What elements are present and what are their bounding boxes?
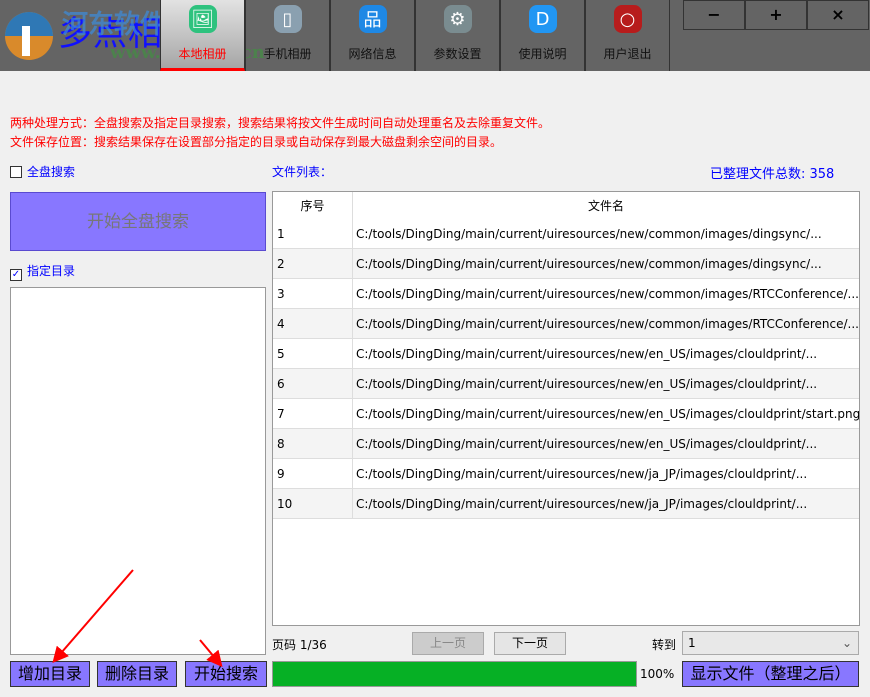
file-table[interactable]: 序号 文件名 1 C:/tools/DingDing/main/current/ui… — [272, 191, 860, 626]
power-icon: ○ — [613, 5, 642, 33]
cell-index: 8 — [273, 429, 353, 458]
table-row[interactable]: 1 C:/tools/DingDing/main/current/uiresour… — [273, 219, 859, 249]
full-search-label: 全盘搜索 — [27, 165, 76, 179]
table-row[interactable]: 10 C:/tools/DingDing/main/current/uiresou… — [273, 489, 859, 519]
tab-phone[interactable]: ▯ 手机相册 — [245, 0, 330, 71]
table-row[interactable]: 8 C:/tools/DingDing/main/current/uiresour… — [273, 429, 859, 459]
close-button[interactable]: × — [807, 0, 869, 30]
app-logo — [5, 12, 53, 60]
goto-value: 1 — [688, 636, 696, 650]
checkbox-checked[interactable]: ✓ — [10, 269, 22, 281]
arrow-icon — [52, 569, 134, 664]
cell-filename: C:/tools/DingDing/main/current/uiresourc… — [356, 286, 859, 301]
cell-index: 9 — [273, 459, 353, 488]
tab-label: 网络信息 — [348, 47, 397, 61]
checkbox-box[interactable] — [10, 166, 22, 178]
cell-filename: C:/tools/DingDing/main/current/uiresourc… — [356, 406, 859, 421]
gear-icon: ⚙ — [443, 5, 472, 33]
cell-index: 6 — [273, 369, 353, 398]
cell-filename: C:/tools/DingDing/main/current/uiresourc… — [356, 436, 818, 451]
tab-image[interactable]: 🖼 本地相册 — [160, 0, 245, 71]
tab-info-d[interactable]: D 使用说明 — [500, 0, 585, 71]
tab-network[interactable]: 品网络信息 — [330, 0, 415, 71]
info-d-icon: D — [528, 5, 557, 33]
image-icon: 🖼 — [188, 5, 217, 33]
table-row[interactable]: 3 C:/tools/DingDing/main/current/uiresour… — [273, 279, 859, 309]
tab-label: 参数设置 — [433, 47, 482, 61]
specified-dir-checkbox[interactable]: ✓ 指定目录 — [10, 262, 75, 281]
minimize-button[interactable]: − — [683, 0, 745, 30]
cell-index: 5 — [273, 339, 353, 368]
show-files-button[interactable]: 显示文件（整理之后） — [682, 661, 859, 687]
file-list-label: 文件列表： — [272, 165, 333, 179]
table-row[interactable]: 7 C:/tools/DingDing/main/current/uiresour… — [273, 399, 859, 429]
cell-index: 2 — [273, 249, 353, 278]
table-header: 序号 文件名 — [273, 192, 859, 219]
specified-dir-label: 指定目录 — [27, 264, 76, 278]
next-page-button[interactable]: 下一页 — [494, 632, 566, 655]
cell-filename: C:/tools/DingDing/main/current/uiresourc… — [356, 346, 818, 361]
header-filename: 文件名 — [587, 199, 624, 213]
arrow-icon — [199, 639, 223, 668]
cell-filename: C:/tools/DingDing/main/current/uiresourc… — [356, 376, 818, 391]
cell-index: 3 — [273, 279, 353, 308]
full-search-checkbox[interactable]: 全盘搜索 — [10, 163, 75, 180]
cell-index: 7 — [273, 399, 353, 428]
progress-fill — [273, 662, 636, 686]
cell-filename: C:/tools/DingDing/main/current/uiresourc… — [356, 316, 859, 331]
tab-label: 本地相册 — [178, 47, 227, 61]
progress-label: 100% — [640, 667, 675, 681]
cell-filename: C:/tools/DingDing/main/current/uiresourc… — [356, 226, 822, 241]
total-files-label: 已整理文件总数: 358 — [710, 167, 835, 182]
tab-label: 使用说明 — [518, 47, 567, 61]
cell-index: 1 — [273, 219, 353, 248]
table-row[interactable]: 9 C:/tools/DingDing/main/current/uiresour… — [273, 459, 859, 489]
info-line-2: 文件保存位置：搜索结果保存在设置部分指定的目录或自动保存到最大磁盘剩余空间的目录… — [10, 135, 503, 149]
tab-label: 用户退出 — [603, 47, 652, 61]
chevron-down-icon: ⌄ — [841, 636, 852, 650]
progress-bar — [272, 661, 637, 687]
goto-label: 转到 — [652, 638, 677, 652]
cell-filename: C:/tools/DingDing/main/current/uiresourc… — [356, 256, 822, 271]
network-icon: 品 — [358, 5, 387, 33]
table-row[interactable]: 5 C:/tools/DingDing/main/current/uiresour… — [273, 339, 859, 369]
red-arrows — [52, 569, 223, 668]
goto-page-select[interactable]: 1 ⌄ — [682, 631, 859, 655]
cell-index: 10 — [273, 489, 353, 518]
tab-gear[interactable]: ⚙ 参数设置 — [415, 0, 500, 71]
cell-filename: C:/tools/DingDing/main/current/uiresourc… — [356, 466, 808, 481]
prev-page-button[interactable]: 上一页 — [412, 632, 484, 655]
table-row[interactable]: 2 C:/tools/DingDing/main/current/uiresour… — [273, 249, 859, 279]
maximize-button[interactable]: + — [745, 0, 807, 30]
tab-label: 手机相册 — [263, 47, 312, 61]
tab-power[interactable]: ○ 用户退出 — [585, 0, 670, 71]
start-full-search-button[interactable]: 开始全盘搜索 — [10, 192, 266, 251]
info-line-1: 两种处理方式：全盘搜索及指定目录搜索，搜索结果将按文件生成时间自动处理重名及去除… — [10, 116, 551, 130]
table-row[interactable]: 4 C:/tools/DingDing/main/current/uiresour… — [273, 309, 859, 339]
header-index: 序号 — [273, 192, 353, 219]
cell-index: 4 — [273, 309, 353, 338]
table-row[interactable]: 6 C:/tools/DingDing/main/current/uiresour… — [273, 369, 859, 399]
cell-filename: C:/tools/DingDing/main/current/uiresourc… — [356, 496, 808, 511]
phone-icon: ▯ — [273, 5, 302, 33]
